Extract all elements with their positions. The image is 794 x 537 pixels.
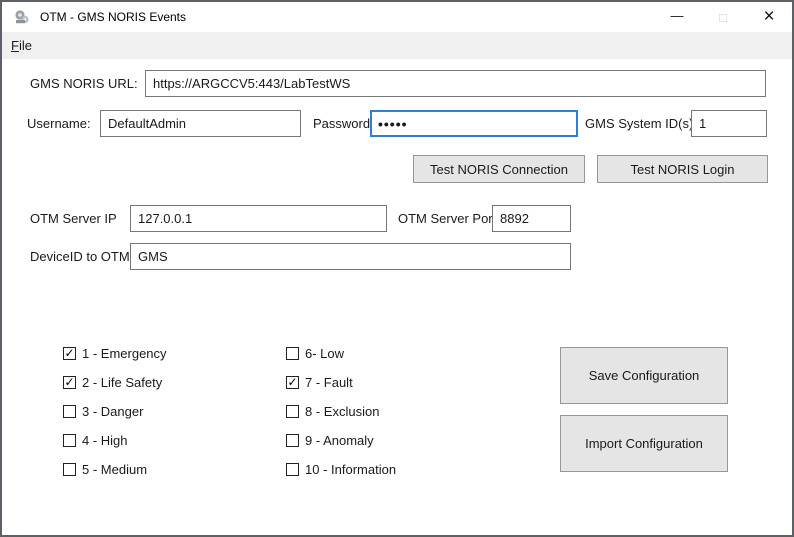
event-filter-column-1: ✓ 1 - Emergency ✓ 2 - Life Safety 3 - Danger… (63, 345, 167, 478)
checkbox-item[interactable]: 8 - Exclusion (286, 403, 396, 420)
checkbox-unchecked[interactable] (63, 463, 76, 476)
checkbox-label: 8 - Exclusion (305, 403, 379, 420)
otm-server-port-label: OTM Server Por (398, 205, 493, 232)
menu-file[interactable]: File (2, 32, 41, 59)
checkbox-item[interactable]: 10 - Information (286, 461, 396, 478)
otm-server-port-input[interactable] (492, 205, 571, 232)
username-input[interactable] (100, 110, 301, 137)
maximize-button: □ (700, 2, 746, 32)
device-id-label: DeviceID to OTM (30, 243, 130, 270)
password-input[interactable] (370, 110, 578, 137)
checkbox-label: 5 - Medium (82, 461, 147, 478)
checkbox-label: 3 - Danger (82, 403, 143, 420)
checkbox-unchecked[interactable] (286, 463, 299, 476)
checkbox-label: 9 - Anomaly (305, 432, 374, 449)
checkbox-checked[interactable]: ✓ (63, 347, 76, 360)
save-configuration-button[interactable]: Save Configuration (560, 347, 728, 404)
checkbox-item[interactable]: 9 - Anomaly (286, 432, 396, 449)
otm-server-ip-label: OTM Server IP (30, 205, 117, 232)
app-gears-icon (14, 9, 30, 25)
checkbox-item[interactable]: 4 - High (63, 432, 167, 449)
password-label: Password: (313, 110, 374, 137)
menu-bar: File (2, 32, 792, 59)
checkbox-unchecked[interactable] (286, 434, 299, 447)
checkbox-item[interactable]: ✓ 7 - Fault (286, 374, 396, 391)
device-id-input[interactable] (130, 243, 571, 270)
checkbox-label: 4 - High (82, 432, 128, 449)
app-window: OTM - GMS NORIS Events — □ × File GMS NO… (0, 0, 794, 537)
checkbox-unchecked[interactable] (63, 434, 76, 447)
checkbox-item[interactable]: 6- Low (286, 345, 396, 362)
username-label: Username: (27, 110, 91, 137)
checkbox-label: 10 - Information (305, 461, 396, 478)
menu-file-rest: ile (19, 38, 32, 53)
checkbox-label: 2 - Life Safety (82, 374, 162, 391)
checkbox-unchecked[interactable] (286, 405, 299, 418)
menu-file-accel: F (11, 38, 19, 53)
event-filter-column-2: 6- Low ✓ 7 - Fault 8 - Exclusion 9 - Anomaly… (286, 345, 396, 478)
checkbox-label: 7 - Fault (305, 374, 353, 391)
gms-system-ids-label: GMS System ID(s): (585, 110, 697, 137)
checkbox-item[interactable]: ✓ 2 - Life Safety (63, 374, 167, 391)
checkbox-unchecked[interactable] (286, 347, 299, 360)
noris-url-label: GMS NORIS URL: (30, 70, 138, 97)
gms-system-ids-input[interactable] (691, 110, 767, 137)
import-configuration-button[interactable]: Import Configuration (560, 415, 728, 472)
checkbox-label: 1 - Emergency (82, 345, 167, 362)
checkbox-checked[interactable]: ✓ (286, 376, 299, 389)
noris-url-input[interactable] (145, 70, 766, 97)
checkbox-label: 6- Low (305, 345, 344, 362)
otm-server-ip-input[interactable] (130, 205, 387, 232)
checkbox-item[interactable]: 5 - Medium (63, 461, 167, 478)
checkbox-unchecked[interactable] (63, 405, 76, 418)
checkbox-item[interactable]: 3 - Danger (63, 403, 167, 420)
test-noris-login-button[interactable]: Test NORIS Login (597, 155, 768, 183)
window-title: OTM - GMS NORIS Events (40, 10, 186, 24)
checkbox-item[interactable]: ✓ 1 - Emergency (63, 345, 167, 362)
title-bar: OTM - GMS NORIS Events — □ × (2, 2, 792, 32)
minimize-button[interactable]: — (654, 2, 700, 32)
test-noris-connection-button[interactable]: Test NORIS Connection (413, 155, 585, 183)
checkbox-checked[interactable]: ✓ (63, 376, 76, 389)
window-controls: — □ × (654, 2, 792, 32)
close-button[interactable]: × (746, 2, 792, 32)
